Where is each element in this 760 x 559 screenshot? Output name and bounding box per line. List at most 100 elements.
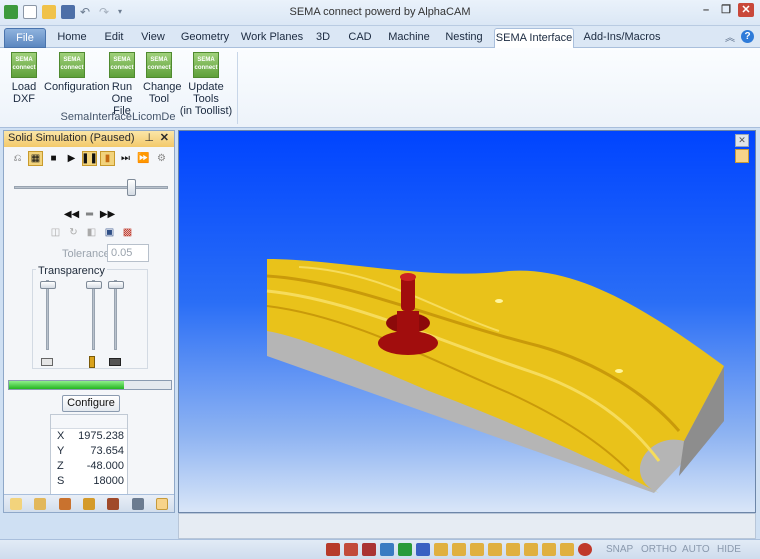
- table-row: Y 73.654: [57, 445, 124, 457]
- cube-view-6-icon[interactable]: [524, 543, 538, 556]
- view-iso-icon[interactable]: [344, 543, 358, 556]
- step-forward-icon[interactable]: ⏭: [118, 151, 133, 166]
- speed-equal-icon[interactable]: ═: [82, 207, 97, 222]
- tab-home[interactable]: Home: [54, 28, 90, 48]
- cube-view-7-icon[interactable]: [542, 543, 556, 556]
- minimize-icon[interactable]: –: [698, 3, 714, 17]
- viewport-tool-icon[interactable]: [735, 149, 749, 163]
- stop-icon[interactable]: ■: [46, 151, 61, 166]
- grid-tab-icon[interactable]: [131, 497, 144, 510]
- tool-view-icon[interactable]: ▮: [100, 151, 115, 166]
- transparency-label: Transparency: [36, 265, 107, 277]
- pin-icon[interactable]: ⊥: [144, 131, 154, 146]
- axis-icon[interactable]: [380, 543, 394, 556]
- step-mode-icon[interactable]: ▦: [28, 151, 43, 166]
- 3d-viewport[interactable]: ✕: [178, 130, 756, 513]
- tab-add-ins-macros[interactable]: Add-Ins/Macros: [582, 28, 662, 48]
- simulation-tab-icon[interactable]: [155, 497, 168, 510]
- tab-geometry[interactable]: Geometry: [178, 28, 232, 48]
- configure-button[interactable]: Configure: [62, 395, 120, 412]
- stock-transparency-slider[interactable]: [40, 280, 56, 350]
- fast-forward-icon[interactable]: ▶▶: [100, 207, 115, 222]
- axis-y-icon[interactable]: [416, 543, 430, 556]
- snap-toggle[interactable]: SNAP: [606, 544, 633, 555]
- ribbon-group-divider: [237, 52, 238, 124]
- auto-toggle[interactable]: AUTO: [682, 544, 710, 555]
- slider-thumb[interactable]: [126, 179, 136, 196]
- tab-file[interactable]: File: [4, 28, 46, 48]
- cube-view-4-icon[interactable]: [488, 543, 502, 556]
- camera-left-icon[interactable]: ◫: [48, 225, 63, 240]
- tab-nesting[interactable]: Nesting: [442, 28, 486, 48]
- load-dxf-button[interactable]: SEMA connect Load DXF: [8, 52, 40, 105]
- tab-view[interactable]: View: [138, 28, 168, 48]
- hide-toggle[interactable]: HIDE: [717, 544, 741, 555]
- simulation-model: [266, 259, 724, 493]
- skip-to-end-icon[interactable]: ⏩: [136, 151, 151, 166]
- restore-icon[interactable]: ❐: [718, 3, 734, 17]
- camera-right-icon[interactable]: ◧: [84, 225, 99, 240]
- panel-title-bar: Solid Simulation (Paused) ⊥ ✕: [4, 131, 174, 147]
- sphere-icon[interactable]: [578, 543, 592, 556]
- window-controls: – ❐ ✕: [698, 3, 754, 17]
- rewind-icon[interactable]: ◀◀: [64, 207, 79, 222]
- ruler-tab-icon[interactable]: [58, 497, 71, 510]
- cube-view-1-icon[interactable]: [434, 543, 448, 556]
- cube-view-3-icon[interactable]: [470, 543, 484, 556]
- reset-simulation-icon[interactable]: ⎌: [10, 151, 25, 166]
- tab-machine[interactable]: Machine: [384, 28, 434, 48]
- network-tab-icon[interactable]: [107, 497, 120, 510]
- tool-transparency-slider[interactable]: [86, 280, 102, 350]
- holder-transparency-slider[interactable]: [108, 280, 124, 350]
- viewport-close-icon[interactable]: ✕: [735, 134, 749, 147]
- panel-close-icon[interactable]: ✕: [160, 131, 169, 146]
- ribbon-collapse-icon[interactable]: ︽: [725, 29, 735, 44]
- view-controls: ◫ ↻ ◧ ▣ ▩: [48, 225, 135, 240]
- cube-view-8-icon[interactable]: [560, 543, 574, 556]
- cube-view-2-icon[interactable]: [452, 543, 466, 556]
- simulation-progress-bar: [8, 380, 172, 390]
- sema-connect-icon: SEMA connect: [193, 52, 219, 78]
- work-plane-icon[interactable]: [398, 543, 412, 556]
- update-tools-button[interactable]: SEMA connect Update Tools (in Toollist): [178, 52, 234, 117]
- settings-tool-icon[interactable]: ⚙: [154, 151, 169, 166]
- progress-fill: [9, 381, 125, 389]
- configuration-button[interactable]: SEMA connect Configuration: [44, 52, 109, 93]
- tab-sema-interface[interactable]: SEMA Interface: [494, 28, 574, 49]
- view-3d-icon[interactable]: [326, 543, 340, 556]
- close-icon[interactable]: ✕: [738, 3, 754, 17]
- color-palette-icon[interactable]: ▩: [120, 225, 135, 240]
- tolerance-input[interactable]: 0.05: [107, 244, 149, 262]
- tab-cad[interactable]: CAD: [344, 28, 376, 48]
- tab-3d[interactable]: 3D: [312, 28, 334, 48]
- play-icon[interactable]: ▶: [64, 151, 79, 166]
- change-tool-button[interactable]: SEMA connect Change Tool: [143, 52, 182, 105]
- table-row: Z -48.000: [57, 460, 124, 472]
- status-bar: SNAP ORTHO AUTO HIDE: [0, 539, 760, 559]
- cube-view-5-icon[interactable]: [506, 543, 520, 556]
- view-front-icon[interactable]: [362, 543, 376, 556]
- camera-rotate-icon[interactable]: ↻: [66, 225, 81, 240]
- ribbon-group-label: SemaInterfaceLicomDe: [60, 111, 176, 123]
- pause-icon[interactable]: ❚❚: [81, 151, 98, 166]
- ribbon-tabs: File Home Edit View Geometry Work Planes…: [0, 26, 760, 49]
- simulation-position-slider[interactable]: [14, 179, 168, 196]
- layers-tab-icon[interactable]: [10, 497, 23, 510]
- sema-connect-icon: SEMA connect: [109, 52, 135, 78]
- table-row: X 1975.238: [57, 430, 124, 442]
- tab-edit[interactable]: Edit: [100, 28, 128, 48]
- speed-controls: ◀◀ ═ ▶▶: [64, 207, 115, 222]
- coordinates-table: X 1975.238 Y 73.654 Z -48.000 S 18000: [50, 414, 128, 498]
- window-title: SEMA connect powerd by AlphaCAM: [289, 6, 471, 18]
- save-simulation-icon[interactable]: ▣: [102, 225, 117, 240]
- help-icon[interactable]: ?: [741, 30, 754, 43]
- transparency-group: [32, 269, 148, 369]
- tools-tab-icon[interactable]: [82, 497, 95, 510]
- holder-icon: [109, 358, 121, 366]
- ortho-toggle[interactable]: ORTHO: [641, 544, 677, 555]
- cube-tab-icon[interactable]: [34, 497, 47, 510]
- tab-work-planes[interactable]: Work Planes: [240, 28, 304, 48]
- panel-bottom-tabs: [4, 494, 174, 512]
- panel-title: Solid Simulation (Paused): [8, 132, 135, 144]
- run-one-file-button[interactable]: SEMA connect Run One File: [103, 52, 141, 117]
